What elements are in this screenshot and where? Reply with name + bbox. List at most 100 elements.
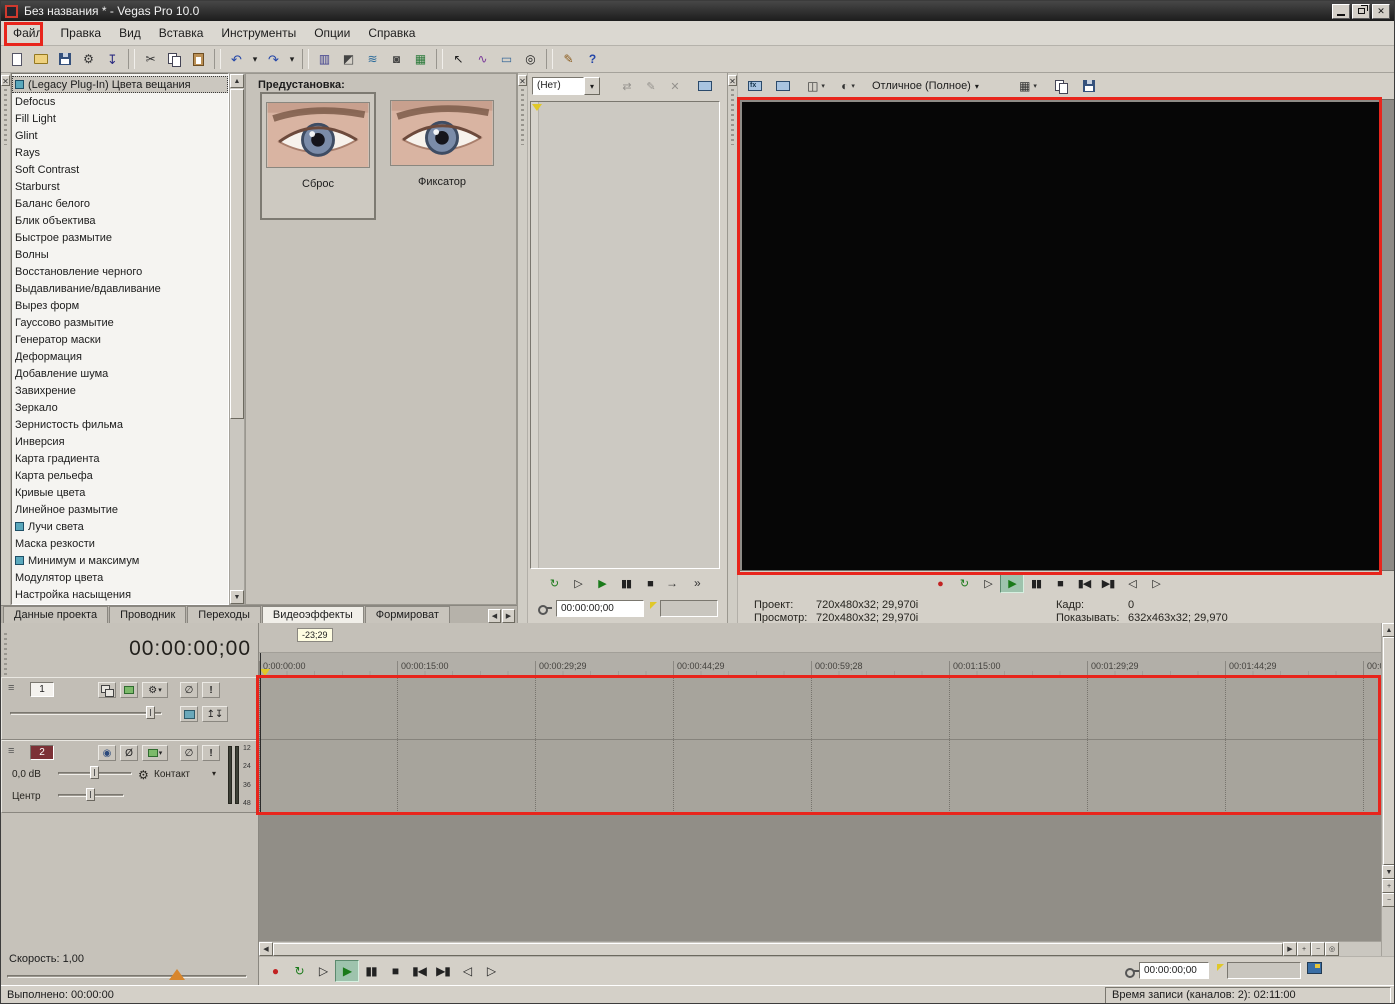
effect-list-item[interactable]: (Legacy Plug-In) Цвета вещания bbox=[12, 76, 228, 93]
effect-list-item[interactable]: Генератор маски bbox=[12, 331, 228, 348]
effect-list-item[interactable]: Выдавливание/вдавливание bbox=[12, 280, 228, 297]
audio-track-lane[interactable] bbox=[259, 740, 1381, 813]
scroll-up-icon[interactable]: ▲ bbox=[230, 74, 244, 88]
effect-list-item[interactable]: Кривые цвета bbox=[12, 484, 228, 501]
effect-list-item[interactable]: Зеркало bbox=[12, 399, 228, 416]
make-compositing-child-button[interactable]: ↥ ↧ bbox=[202, 706, 228, 722]
pv-next-frame-button[interactable]: ▷ bbox=[1144, 574, 1168, 593]
kf-play-button[interactable]: ▶ bbox=[590, 574, 614, 593]
menu-view[interactable]: Вид bbox=[110, 22, 150, 44]
menu-options[interactable]: Опции bbox=[305, 22, 359, 44]
play-from-start-button[interactable]: ▷ bbox=[311, 960, 335, 982]
preview-color-icon[interactable]: ◐ ▾ bbox=[834, 76, 862, 96]
automation-settings-button[interactable]: ⚙ ▾ bbox=[142, 682, 168, 698]
video-event-fx-icon[interactable] bbox=[744, 76, 766, 96]
track-collapse-icon[interactable]: ≡ bbox=[8, 682, 14, 694]
record-arm-button[interactable]: ◉ bbox=[98, 745, 116, 761]
effect-list-item[interactable]: Баланс белого bbox=[12, 195, 228, 212]
keyframe-delete-icon[interactable]: ✕ bbox=[666, 77, 684, 95]
tab-transitions[interactable]: Переходы bbox=[187, 606, 261, 623]
media-thumbnail-icon[interactable] bbox=[1307, 962, 1322, 974]
invert-phase-button[interactable]: Ø bbox=[120, 745, 138, 761]
menu-help[interactable]: Справка bbox=[359, 22, 424, 44]
pv-play-from-start-button[interactable]: ▷ bbox=[976, 574, 1000, 593]
pause-button[interactable]: ▮▮ bbox=[359, 960, 383, 982]
transport-timecode[interactable]: 00:00:00;00 bbox=[1139, 962, 1209, 979]
mute-button[interactable]: ∅ bbox=[180, 745, 198, 761]
zoom-out-time-icon[interactable]: − bbox=[1311, 942, 1325, 956]
effect-list-item[interactable]: Маска резкости bbox=[12, 535, 228, 552]
tab-project-data[interactable]: Данные проекта bbox=[3, 606, 109, 623]
keyframe-curve-selector[interactable]: (Нет) ▾ bbox=[532, 77, 600, 95]
snapping-button[interactable] bbox=[313, 48, 336, 70]
track-number[interactable]: 2 bbox=[30, 745, 54, 760]
effect-list-item[interactable]: Инверсия bbox=[12, 433, 228, 450]
close-panel-icon[interactable]: ✕ bbox=[1, 75, 10, 86]
split-screen-icon[interactable]: ◫ ▾ bbox=[802, 76, 830, 96]
kf-pause-button[interactable]: ▮▮ bbox=[614, 574, 638, 593]
loop-playback-button[interactable]: ↻ bbox=[287, 960, 311, 982]
undo-button[interactable] bbox=[225, 48, 248, 70]
new-project-button[interactable] bbox=[5, 48, 28, 70]
compositing-mode-button[interactable] bbox=[180, 706, 198, 722]
track-motion-button[interactable] bbox=[98, 682, 116, 698]
go-to-start-button[interactable]: ▮◀ bbox=[407, 960, 431, 982]
scroll-up-icon[interactable]: ▲ bbox=[1382, 623, 1394, 637]
track-device-label[interactable]: Контакт bbox=[154, 769, 190, 780]
cursor-timecode-display[interactable]: 00:00:00;00 bbox=[41, 637, 251, 661]
effect-list-item[interactable]: Лучи света bbox=[12, 518, 228, 535]
effects-list-scrollbar[interactable]: ▲ ▼ bbox=[229, 73, 245, 605]
pv-prev-frame-button[interactable]: ◁ bbox=[1120, 574, 1144, 593]
pv-go-end-button[interactable]: ▶▮ bbox=[1096, 574, 1120, 593]
external-monitor-icon[interactable] bbox=[772, 76, 794, 96]
whats-this-button[interactable] bbox=[581, 48, 604, 70]
tab-video-fx[interactable]: Видеоэффекты bbox=[261, 606, 364, 623]
tabs-scroll-left-icon[interactable]: ◀ bbox=[488, 609, 501, 623]
prev-frame-button[interactable]: ◁ bbox=[455, 960, 479, 982]
effect-list-item[interactable]: Fill Light bbox=[12, 110, 228, 127]
redo-button[interactable] bbox=[262, 48, 285, 70]
slider-handle[interactable] bbox=[86, 788, 95, 801]
effect-list-item[interactable]: Завихрение bbox=[12, 382, 228, 399]
pv-go-start-button[interactable]: ▮◀ bbox=[1072, 574, 1096, 593]
scroll-right-icon[interactable]: ▶ bbox=[1283, 942, 1297, 956]
pv-stop-button[interactable]: ■ bbox=[1048, 574, 1072, 593]
effect-list-item[interactable]: Восстановление черного bbox=[12, 263, 228, 280]
dock-grip-icon[interactable] bbox=[4, 89, 7, 145]
marker-bar[interactable] bbox=[259, 623, 1381, 653]
open-button[interactable] bbox=[29, 48, 52, 70]
ignore-grouping-button[interactable] bbox=[409, 48, 432, 70]
kf-loop-button[interactable]: ↻ bbox=[542, 574, 566, 593]
dropdown-arrow-icon[interactable]: ▾ bbox=[1033, 82, 1037, 90]
tabs-scroll-right-icon[interactable]: ▶ bbox=[502, 609, 515, 623]
effect-list-item[interactable]: Вырез форм bbox=[12, 297, 228, 314]
effect-list-item[interactable]: Деформация bbox=[12, 348, 228, 365]
keyframe-timecode[interactable]: 00:00:00;00 bbox=[556, 600, 644, 617]
effect-list-item[interactable]: Гауссово размытие bbox=[12, 314, 228, 331]
next-frame-button[interactable]: ▷ bbox=[479, 960, 503, 982]
auto-crossfades-button[interactable] bbox=[337, 48, 360, 70]
slider-handle[interactable] bbox=[90, 766, 99, 779]
keyframe-editor-area[interactable] bbox=[530, 101, 720, 569]
pan-slider[interactable] bbox=[58, 788, 124, 802]
playback-rate-slider[interactable] bbox=[7, 975, 247, 978]
play-button[interactable]: ▶ bbox=[335, 960, 359, 982]
menu-file[interactable]: Файл bbox=[4, 22, 52, 44]
effect-list-item[interactable]: Soft Contrast bbox=[12, 161, 228, 178]
go-to-end-button[interactable]: ▶▮ bbox=[431, 960, 455, 982]
tutorials-button[interactable] bbox=[557, 48, 580, 70]
keyframe-sync-icon[interactable]: ⇄ bbox=[618, 77, 636, 95]
scroll-down-icon[interactable]: ▼ bbox=[1382, 865, 1394, 879]
preview-quality-dropdown[interactable]: Отличное (Полное) ▾ bbox=[868, 76, 983, 96]
kf-play-from-start-button[interactable]: ▷ bbox=[566, 574, 590, 593]
track-collapse-icon[interactable]: ≡ bbox=[8, 745, 14, 757]
effect-list-item[interactable]: Defocus bbox=[12, 93, 228, 110]
paste-button[interactable] bbox=[187, 48, 210, 70]
tab-explorer[interactable]: Проводник bbox=[109, 606, 187, 623]
external-monitor-icon[interactable] bbox=[696, 77, 714, 95]
video-track-lane[interactable] bbox=[259, 677, 1381, 740]
zoom-tool-button[interactable] bbox=[519, 48, 542, 70]
composite-level-slider[interactable] bbox=[10, 706, 162, 720]
device-dropdown-arrow-icon[interactable]: ▾ bbox=[212, 769, 216, 778]
record-button[interactable]: ● bbox=[263, 960, 287, 982]
